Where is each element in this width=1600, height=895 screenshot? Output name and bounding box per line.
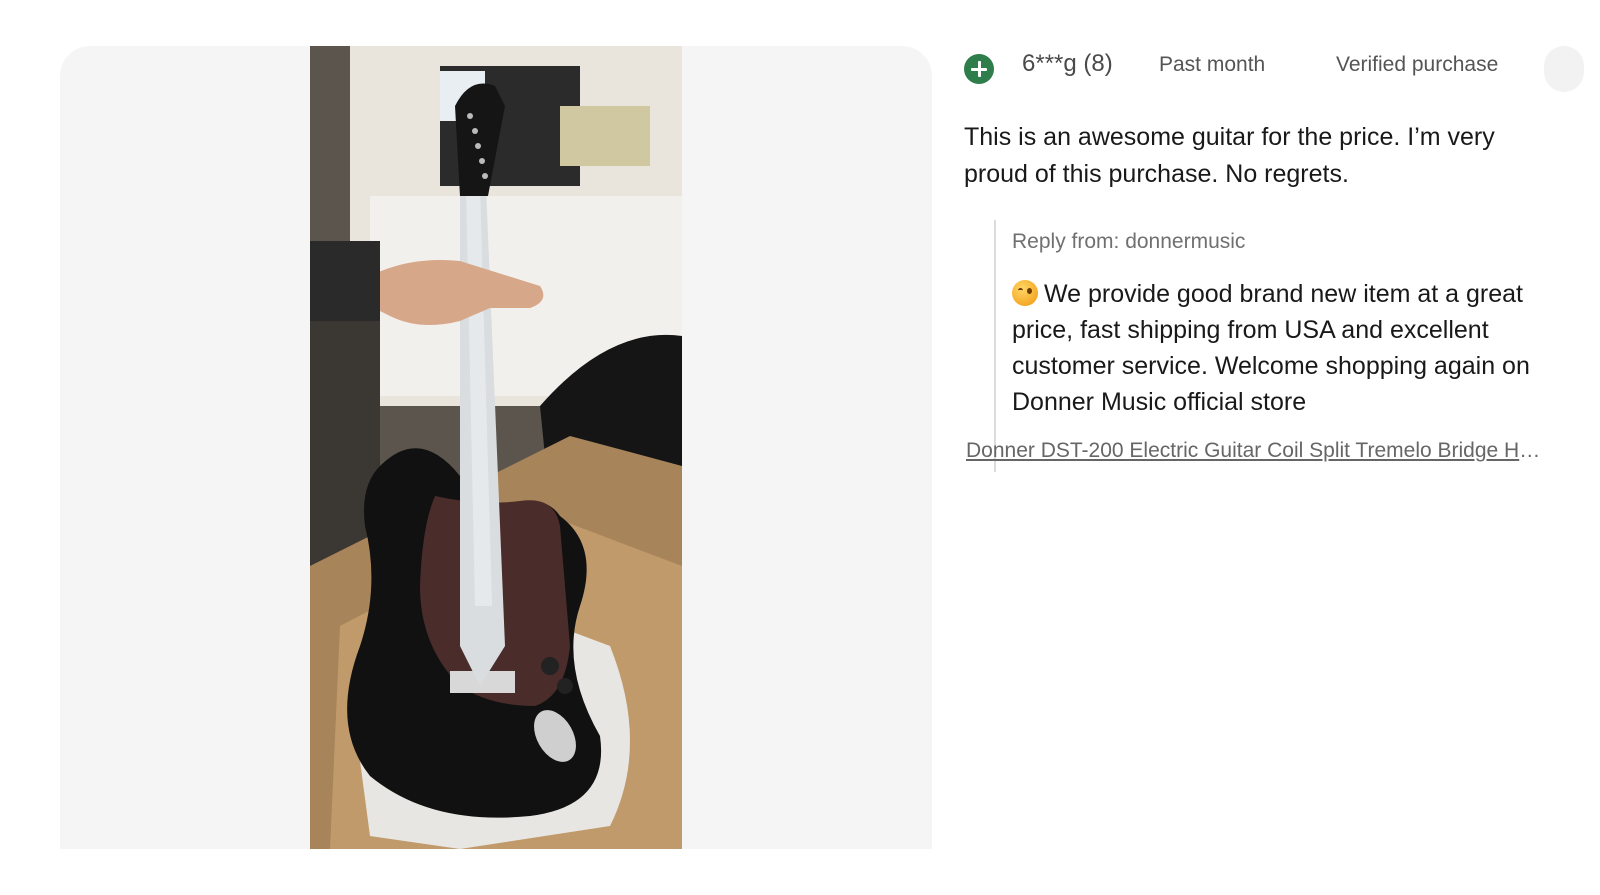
guitar-photo-illustration	[310, 46, 682, 849]
reply-body: We provide good brand new item at a grea…	[1012, 276, 1562, 420]
seller-reply: Reply from: donnermusic We provide good …	[994, 220, 1556, 472]
review-card: 6***g (8) Past month Verified purchase T…	[964, 46, 1584, 566]
review-text: This is an awesome guitar for the price.…	[964, 123, 1495, 188]
product-link[interactable]: Donner DST-200 Electric Guitar Coil Spli…	[966, 439, 1546, 463]
verified-purchase-label: Verified purchase	[1336, 53, 1499, 76]
review-meta-row: 6***g (8) Past month Verified purchase	[964, 46, 1584, 92]
review-image-panel[interactable]	[60, 46, 932, 849]
review-photo[interactable]	[310, 46, 682, 849]
review-time: Past month	[1159, 53, 1266, 76]
reply-from-label: Reply from: donnermusic	[1012, 230, 1246, 253]
plus-circle-icon	[964, 54, 994, 84]
next-review-button[interactable]	[1544, 46, 1584, 92]
reply-text: We provide good brand new item at a grea…	[1012, 280, 1530, 416]
winking-face-icon	[1012, 280, 1038, 306]
reviewer-name[interactable]: 6***g (8)	[1022, 50, 1113, 78]
